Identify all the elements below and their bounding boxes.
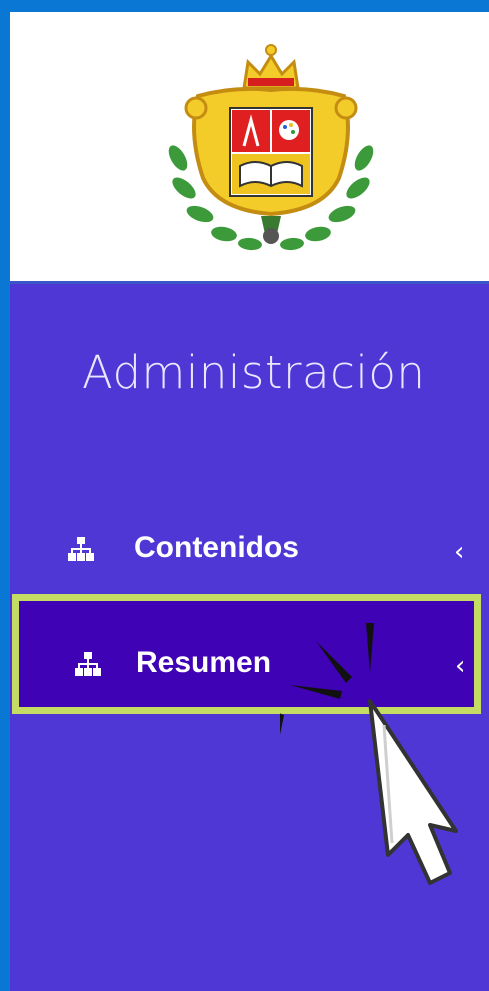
sitemap-icon	[68, 537, 94, 561]
sidebar-item-label: Resumen	[136, 646, 272, 679]
section-title: Administración	[82, 346, 426, 399]
click-burst-icon	[280, 623, 374, 735]
pointer-cursor-icon	[280, 623, 458, 885]
institution-crest-logo	[168, 44, 374, 251]
logo-container	[10, 12, 489, 284]
sidebar-item-contenidos[interactable]: Contenidos ‹	[10, 509, 489, 589]
chevron-left-icon: ‹	[454, 537, 465, 567]
sitemap-icon	[75, 652, 101, 676]
sidebar-item-label: Contenidos	[134, 531, 299, 564]
